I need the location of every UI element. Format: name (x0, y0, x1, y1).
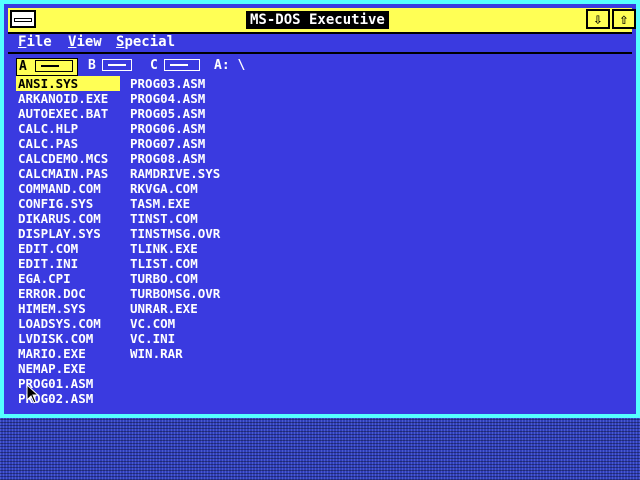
file-item[interactable]: VC.COM (128, 316, 177, 331)
disk-drive-icon (102, 59, 132, 71)
menu-bar: File View Special (8, 34, 632, 52)
file-item[interactable]: PROG04.ASM (128, 91, 207, 106)
file-item[interactable]: HIMEM.SYS (16, 301, 88, 316)
system-menu-button[interactable] (10, 10, 36, 28)
file-item[interactable]: CONFIG.SYS (16, 196, 95, 211)
menu-view[interactable]: View (68, 34, 102, 50)
drive-a-button[interactable]: A (16, 58, 78, 76)
file-item[interactable]: RAMDRIVE.SYS (128, 166, 222, 181)
file-item[interactable]: LVDISK.COM (16, 331, 95, 346)
file-item[interactable]: VC.INI (128, 331, 177, 346)
file-item[interactable]: CALCMAIN.PAS (16, 166, 110, 181)
minimize-icon: ⇩ (593, 10, 603, 28)
file-item[interactable]: ANSI.SYS (16, 76, 120, 91)
file-item[interactable]: TLINK.EXE (128, 241, 200, 256)
file-item[interactable]: DISPLAY.SYS (16, 226, 103, 241)
minimize-button[interactable]: ⇩ (586, 9, 610, 29)
file-item[interactable]: PROG05.ASM (128, 106, 207, 121)
file-item[interactable]: TASM.EXE (128, 196, 192, 211)
file-item[interactable]: COMMAND.COM (16, 181, 103, 196)
file-item[interactable]: EDIT.COM (16, 241, 80, 256)
hard-drive-icon (164, 59, 200, 71)
mouse-pointer-icon (26, 384, 40, 404)
current-path: A: \ (214, 58, 246, 73)
file-item[interactable]: EDIT.INI (16, 256, 80, 271)
file-item[interactable]: MARIO.EXE (16, 346, 88, 361)
file-item[interactable]: LOADSYS.COM (16, 316, 103, 331)
ms-dos-executive-window: MS-DOS Executive ⇩ ⇧ File View Special A… (0, 0, 640, 418)
drive-letter: A (19, 59, 27, 74)
file-item[interactable]: ARKANOID.EXE (16, 91, 110, 106)
menu-special[interactable]: Special (116, 34, 175, 50)
file-item[interactable]: PROG07.ASM (128, 136, 207, 151)
file-item[interactable]: RKVGA.COM (128, 181, 200, 196)
maximize-icon: ⇧ (619, 10, 629, 28)
file-list: ANSI.SYS ARKANOID.EXE AUTOEXEC.BAT CALC.HLP… (14, 76, 628, 408)
file-item[interactable]: TINSTMSG.OVR (128, 226, 222, 241)
file-item[interactable]: WIN.RAR (128, 346, 185, 361)
window-title: MS-DOS Executive (246, 11, 389, 29)
file-item[interactable]: PROG08.ASM (128, 151, 207, 166)
file-item[interactable]: PROG06.ASM (128, 121, 207, 136)
drive-letter: C (150, 58, 158, 73)
file-item[interactable]: CALCDEMO.MCS (16, 151, 110, 166)
drive-letter: B (88, 58, 96, 73)
drive-bar: A B C A: \ (8, 52, 632, 78)
file-item[interactable]: ERROR.DOC (16, 286, 88, 301)
file-item[interactable]: EGA.CPI (16, 271, 73, 286)
drive-b-button[interactable]: B (86, 58, 136, 74)
file-item[interactable]: NEMAP.EXE (16, 361, 88, 376)
file-item[interactable]: PROG03.ASM (128, 76, 207, 91)
drive-c-button[interactable]: C (148, 58, 202, 74)
system-menu-icon (14, 18, 32, 22)
file-item[interactable]: CALC.HLP (16, 121, 80, 136)
file-item[interactable]: UNRAR.EXE (128, 301, 200, 316)
file-item[interactable]: TURBO.COM (128, 271, 200, 286)
maximize-button[interactable]: ⇧ (612, 9, 636, 29)
menu-file[interactable]: File (18, 34, 52, 50)
file-item[interactable]: DIKARUS.COM (16, 211, 103, 226)
file-item[interactable]: TINST.COM (128, 211, 200, 226)
file-item[interactable]: CALC.PAS (16, 136, 80, 151)
file-item[interactable]: AUTOEXEC.BAT (16, 106, 110, 121)
disk-drive-icon (35, 60, 73, 72)
file-item[interactable]: TURBOMSG.OVR (128, 286, 222, 301)
file-item[interactable]: TLIST.COM (128, 256, 200, 271)
title-bar[interactable]: MS-DOS Executive ⇩ ⇧ (8, 8, 636, 34)
